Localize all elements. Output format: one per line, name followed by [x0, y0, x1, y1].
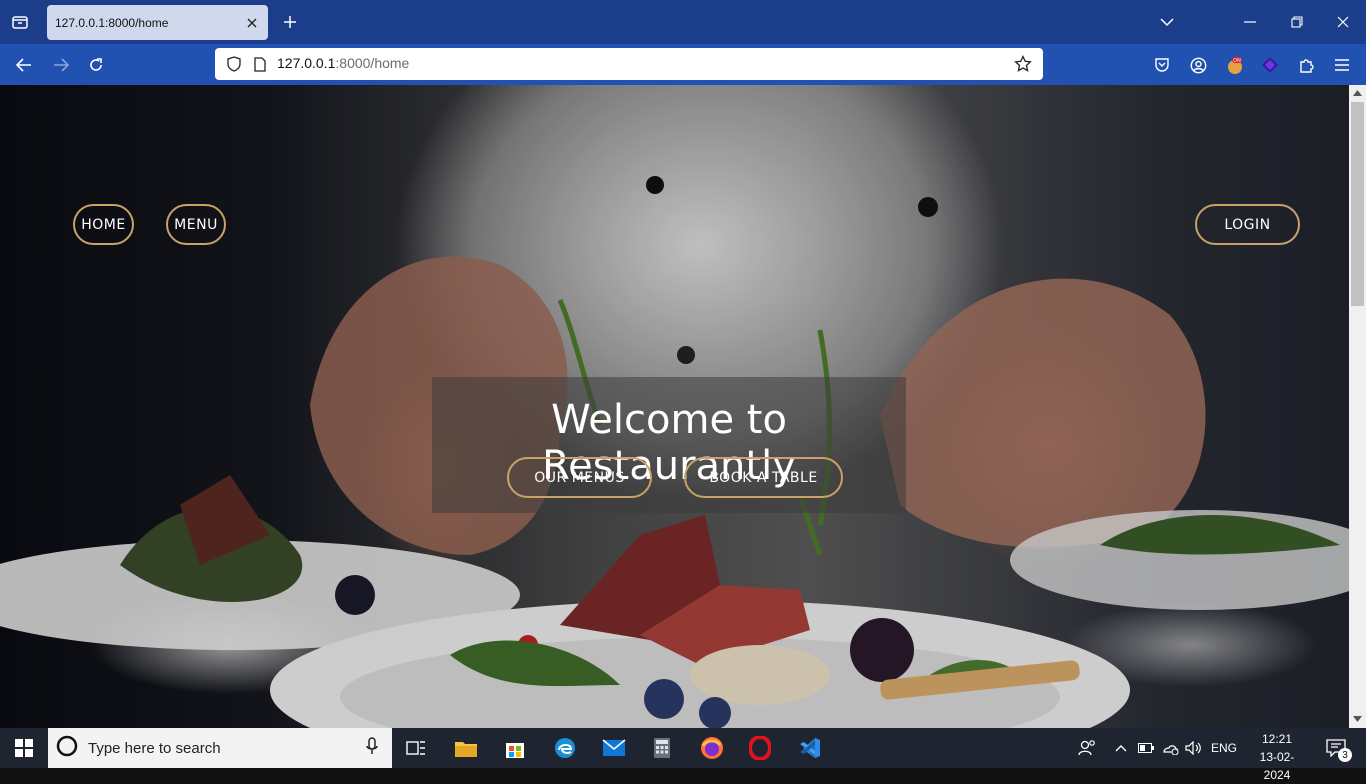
book-a-table-button[interactable]: BOOK A TABLE [684, 457, 843, 498]
close-window-icon[interactable] [1333, 12, 1353, 32]
tab-list-icon[interactable] [8, 10, 32, 34]
firefox-icon[interactable] [696, 732, 728, 764]
url-path: :8000/home [335, 55, 410, 71]
minimize-window-icon[interactable] [1240, 12, 1260, 32]
people-icon[interactable] [1071, 732, 1103, 764]
browser-tab-bar: 127.0.0.1:8000/home [0, 0, 1366, 44]
vscode-icon[interactable] [794, 732, 826, 764]
browser-tab-active[interactable]: 127.0.0.1:8000/home [47, 5, 268, 40]
edge-browser-icon[interactable] [549, 732, 581, 764]
reload-icon[interactable] [85, 54, 107, 76]
back-arrow-icon[interactable] [13, 54, 35, 76]
extensions-puzzle-icon[interactable] [1295, 54, 1317, 76]
taskbar-clock[interactable]: 12:21 13-02-2024 [1248, 730, 1306, 784]
network-icon[interactable] [1157, 732, 1183, 764]
windows-taskbar: Type here to search ENG 12:21 13-02-2024… [0, 728, 1366, 782]
svg-text:ON: ON [1233, 58, 1241, 64]
windows-start-icon[interactable] [0, 728, 48, 768]
pocket-icon[interactable] [1151, 54, 1173, 76]
our-menus-button[interactable]: OUR MENUS [507, 457, 652, 498]
extension-badge-icon[interactable]: ON [1224, 54, 1246, 76]
list-all-tabs-chevron-icon[interactable] [1157, 12, 1177, 32]
url-host: 127.0.0.1 [277, 55, 336, 71]
scroll-down-arrow-icon[interactable] [1353, 716, 1362, 722]
account-icon[interactable] [1187, 54, 1209, 76]
scroll-up-arrow-icon[interactable] [1353, 90, 1362, 96]
clock-date: 13-02-2024 [1259, 750, 1295, 782]
scrollbar-thumb[interactable] [1351, 102, 1364, 306]
extension-diamond-icon[interactable] [1259, 54, 1281, 76]
bookmark-star-icon[interactable] [1013, 54, 1033, 74]
close-tab-icon[interactable] [244, 15, 260, 31]
browser-nav-bar: 127.0.0.1:8000/home ON [0, 44, 1366, 85]
notification-count-badge: 3 [1338, 748, 1352, 762]
opera-icon[interactable] [744, 732, 776, 764]
shield-icon[interactable] [225, 55, 243, 73]
page-viewport: HOME MENU LOGIN Welcome to Restaurantly … [0, 85, 1349, 728]
microsoft-store-icon[interactable] [499, 732, 531, 764]
forward-arrow-icon[interactable] [50, 54, 72, 76]
volume-icon[interactable] [1181, 732, 1207, 764]
show-hidden-icons-chevron-icon[interactable] [1107, 732, 1135, 764]
file-explorer-icon[interactable] [450, 732, 482, 764]
hamburger-menu-icon[interactable] [1331, 54, 1353, 76]
clock-time: 12:21 [1261, 732, 1293, 746]
taskbar-search-box[interactable]: Type here to search [48, 728, 392, 768]
tab-title: 127.0.0.1:8000/home [55, 15, 169, 30]
language-indicator[interactable]: ENG [1211, 728, 1237, 768]
url-text[interactable]: 127.0.0.1:8000/home [277, 55, 409, 73]
battery-icon[interactable] [1133, 732, 1159, 764]
new-tab-plus-icon[interactable] [280, 12, 300, 32]
restore-window-icon[interactable] [1287, 12, 1307, 32]
action-center-icon[interactable]: 3 [1318, 732, 1354, 764]
nav-menu-button[interactable]: MENU [166, 204, 226, 245]
address-bar[interactable]: 127.0.0.1:8000/home [215, 48, 1043, 80]
nav-home-button[interactable]: HOME [73, 204, 134, 245]
mail-icon[interactable] [598, 732, 630, 764]
calculator-icon[interactable] [646, 732, 678, 764]
cortana-circle-icon [56, 735, 78, 762]
page-info-icon[interactable] [251, 55, 269, 73]
microphone-icon[interactable] [366, 736, 378, 760]
login-button[interactable]: LOGIN [1195, 204, 1300, 245]
task-view-icon[interactable] [400, 732, 432, 764]
search-placeholder: Type here to search [88, 739, 221, 757]
